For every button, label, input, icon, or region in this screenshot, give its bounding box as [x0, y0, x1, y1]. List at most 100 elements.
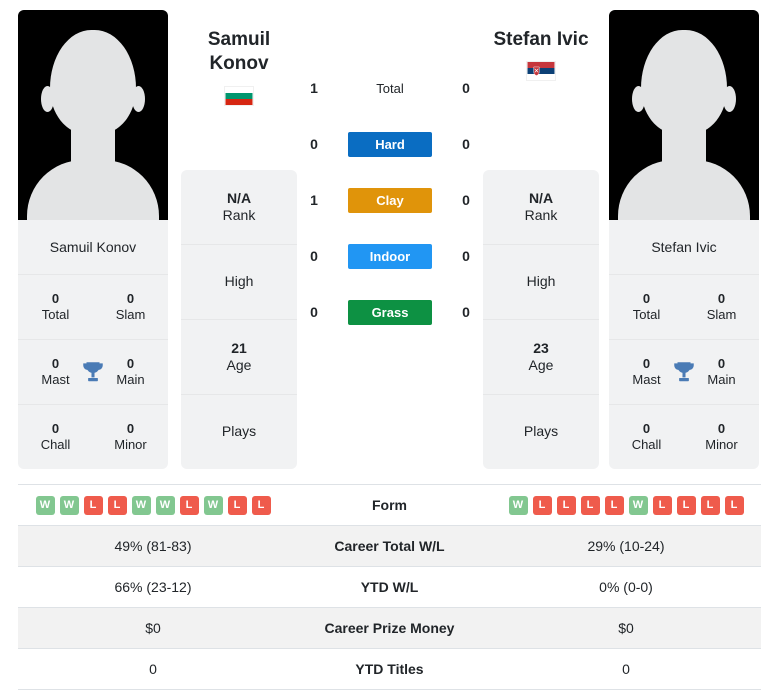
- stat-label: YTD W/L: [360, 579, 419, 595]
- info-plays: Plays: [181, 395, 297, 469]
- table-row: W W L L W W L W L L Form W L L L L W L L L L: [18, 485, 761, 526]
- info-age: 23 Age: [483, 320, 599, 395]
- info-plays-label: Plays: [523, 423, 559, 440]
- left-player-info-card: N/A Rank High 21 Age Plays: [181, 170, 297, 469]
- left-player-name-block: Samuil Konov: [164, 28, 314, 106]
- h2h-row-grass: 0 Grass 0: [305, 284, 475, 340]
- info-plays: Plays: [483, 395, 599, 469]
- title-chall-value: 0: [51, 421, 60, 437]
- title-total-value: 0: [642, 291, 651, 307]
- titles-row-mast-main: 0 Mast 0 Main: [609, 340, 759, 405]
- right-player-career-prize-money: $0: [618, 620, 634, 636]
- table-row: 0 YTD Titles 0: [18, 649, 761, 690]
- form-badge-win[interactable]: W: [35, 495, 55, 515]
- form-badge-win[interactable]: W: [155, 495, 175, 515]
- h2h-row-indoor: 0 Indoor 0: [305, 228, 475, 284]
- title-slam-value: 0: [126, 291, 135, 307]
- form-badge-loss[interactable]: L: [724, 495, 744, 515]
- title-slam: 0 Slam: [105, 291, 157, 323]
- right-player-form: WLLLLWLLLL: [491, 495, 761, 515]
- surface-label-indoor[interactable]: Indoor: [348, 243, 432, 269]
- h2h-left-score: 0: [310, 304, 318, 320]
- player-stats-table: W W L L W W L W L L Form W L L L L W L L L L 49% (81-83) Caree…: [18, 484, 761, 690]
- serbia-flag-icon: [526, 61, 556, 82]
- info-rank-label: Rank: [524, 207, 558, 223]
- left-player-card: Samuil Konov 0 Total 0 Slam 0 Mast 0 Mai…: [18, 10, 168, 469]
- info-rank: N/A Rank: [483, 170, 599, 245]
- info-high: High: [483, 245, 599, 320]
- right-player-flag-wrap: [466, 61, 616, 82]
- form-badge-loss[interactable]: L: [83, 495, 103, 515]
- h2h-row-total: 1 Total 0: [305, 60, 475, 116]
- stat-label: YTD Titles: [355, 661, 424, 677]
- info-rank-value: N/A: [528, 189, 554, 206]
- form-badge-loss[interactable]: L: [604, 495, 624, 515]
- form-badge-win[interactable]: W: [628, 495, 648, 515]
- title-total: 0 Total: [30, 291, 82, 323]
- h2h-right-score: 0: [462, 248, 470, 264]
- left-player-photo-name: Samuil Konov: [18, 220, 168, 275]
- title-main-value: 0: [126, 356, 135, 372]
- right-player-name-line1[interactable]: Stefan Ivic: [466, 28, 616, 52]
- title-minor-label: Minor: [114, 437, 147, 452]
- form-badge-loss[interactable]: L: [700, 495, 720, 515]
- h2h-row-clay: 1 Clay 0: [305, 172, 475, 228]
- title-chall: 0 Chall: [30, 421, 82, 453]
- form-badge-loss[interactable]: L: [107, 495, 127, 515]
- surface-label-grass[interactable]: Grass: [348, 299, 432, 325]
- right-player-form-strip: WLLLLWLLLL: [508, 495, 744, 515]
- surface-label-hard[interactable]: Hard: [348, 131, 432, 157]
- form-badge-loss[interactable]: L: [179, 495, 199, 515]
- right-player-photo-name: Stefan Ivic: [609, 220, 759, 275]
- titles-row-chall-minor: 0 Chall 0 Minor: [18, 405, 168, 469]
- stat-label: Career Prize Money: [324, 620, 455, 636]
- titles-row-total-slam: 0 Total 0 Slam: [609, 275, 759, 340]
- title-slam-label: Slam: [115, 307, 146, 322]
- form-badge-win[interactable]: W: [59, 495, 79, 515]
- right-player-career-total-w-l: 29% (10-24): [587, 538, 665, 554]
- titles-row-total-slam: 0 Total 0 Slam: [18, 275, 168, 340]
- info-age: 21 Age: [181, 320, 297, 395]
- form-badge-loss[interactable]: L: [556, 495, 576, 515]
- form-badge-loss[interactable]: L: [580, 495, 600, 515]
- left-player-form-strip: WWLLWWLWLL: [35, 495, 271, 515]
- info-age-label: Age: [226, 357, 252, 373]
- left-player-form: WWLLWWLWLL: [18, 495, 288, 515]
- title-chall-label: Chall: [631, 437, 662, 452]
- form-badge-loss[interactable]: L: [251, 495, 271, 515]
- info-high-label: High: [224, 273, 254, 290]
- trophy-icon: [83, 362, 103, 382]
- title-main: 0 Main: [696, 356, 748, 388]
- form-badge-win[interactable]: W: [203, 495, 223, 515]
- h2h-left-score: 1: [310, 80, 318, 96]
- h2h-row-hard: 0 Hard 0: [305, 116, 475, 172]
- stat-label: Form: [372, 497, 407, 513]
- info-rank: N/A Rank: [181, 170, 297, 245]
- title-mast-value: 0: [642, 356, 651, 372]
- right-player-info-card: N/A Rank High 23 Age Plays: [483, 170, 599, 469]
- left-player-name-line1[interactable]: Samuil: [164, 28, 314, 52]
- info-age-label: Age: [528, 357, 554, 373]
- left-player-career-prize-money: $0: [145, 620, 161, 636]
- left-player-flag-wrap: [164, 85, 314, 106]
- surface-label-clay[interactable]: Clay: [348, 187, 432, 213]
- form-badge-loss[interactable]: L: [227, 495, 247, 515]
- h2h-left-score: 1: [310, 192, 318, 208]
- h2h-left-score: 0: [310, 248, 318, 264]
- form-badge-loss[interactable]: L: [532, 495, 552, 515]
- h2h-right-score: 0: [462, 304, 470, 320]
- info-high-label: High: [526, 273, 556, 290]
- titles-row-chall-minor: 0 Chall 0 Minor: [609, 405, 759, 469]
- info-rank-value: N/A: [226, 189, 252, 206]
- title-minor-label: Minor: [705, 437, 738, 452]
- title-slam-value: 0: [717, 291, 726, 307]
- player-silhouette-icon: [618, 30, 750, 220]
- h2h-right-score: 0: [462, 136, 470, 152]
- right-player-ytd-titles: 0: [622, 661, 630, 677]
- form-badge-loss[interactable]: L: [652, 495, 672, 515]
- form-badge-win[interactable]: W: [508, 495, 528, 515]
- titles-row-mast-main: 0 Mast 0 Main: [18, 340, 168, 405]
- left-player-name-line2[interactable]: Konov: [164, 52, 314, 76]
- form-badge-win[interactable]: W: [131, 495, 151, 515]
- form-badge-loss[interactable]: L: [676, 495, 696, 515]
